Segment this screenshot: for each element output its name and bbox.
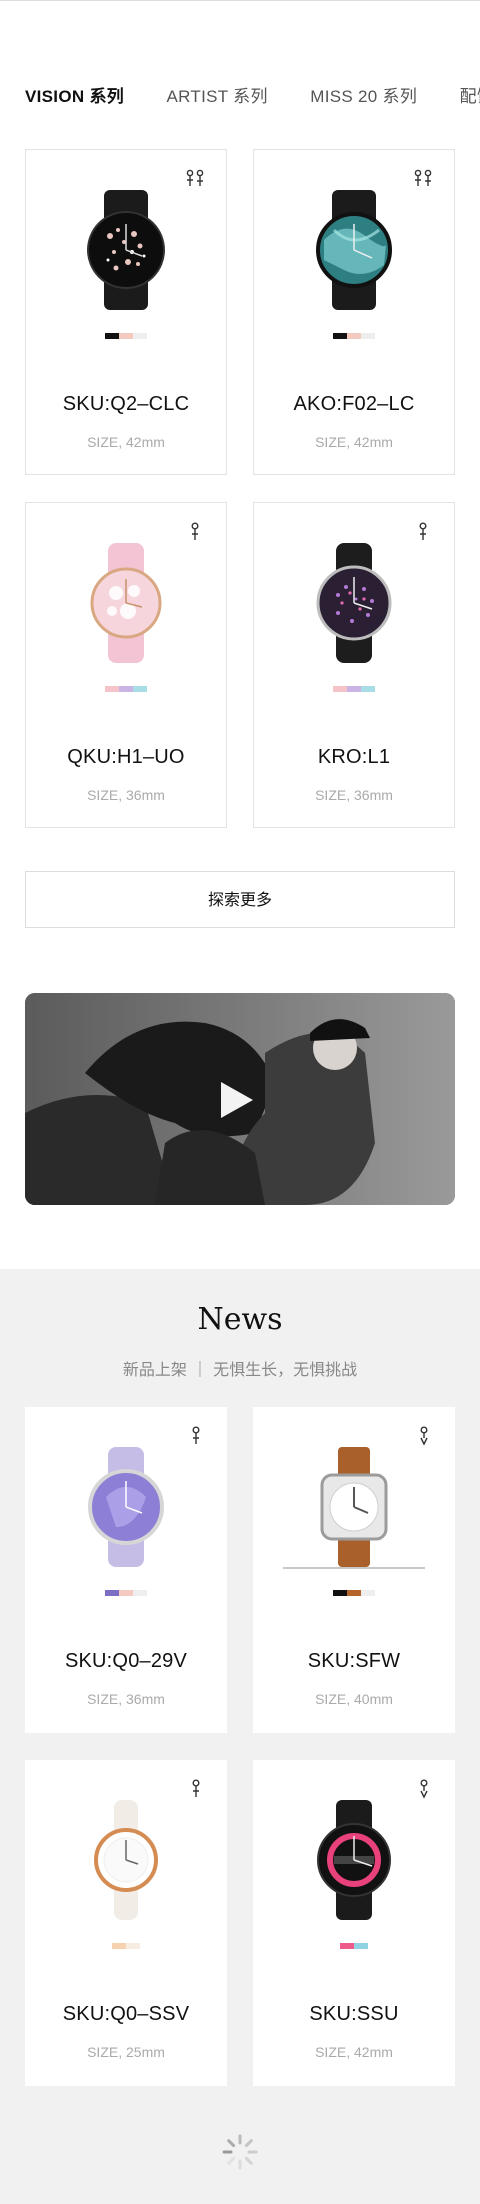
product-size: SIZE, 25mm [87,2044,165,2060]
product-size: SIZE, 36mm [87,787,165,803]
product-sku: QKU:H1–UO [67,746,185,768]
couple-icon [414,169,432,186]
product-size: SIZE, 36mm [315,787,393,803]
product-sku: SKU:SSU [309,2003,399,2025]
watch-image [87,190,165,310]
product-card[interactable]: SKU:SSU SIZE, 42mm [253,1760,455,2086]
product-sku: SKU:SFW [307,1650,401,1672]
watch-image [90,543,162,663]
product-card[interactable]: SKU:Q0–SSV SIZE, 25mm [25,1760,227,2086]
tab-accessories[interactable]: 配饰 [460,82,480,106]
product-card[interactable]: QKU:H1–UO SIZE, 36mm [25,502,227,828]
color-swatches [105,1590,147,1596]
color-swatches [105,686,147,692]
female-icon [191,522,199,540]
tab-vision[interactable]: VISION 系列 [25,82,124,106]
play-icon[interactable] [217,1078,257,1122]
product-sku: SKU:Q2–CLC [62,393,190,415]
color-swatches [333,686,375,692]
product-card[interactable]: SKU:Q2–CLC SIZE, 42mm [25,149,227,475]
couple-icon [186,169,204,186]
watch-image [317,1800,391,1920]
product-size: SIZE, 42mm [87,434,165,450]
watch-image [94,1800,158,1920]
news-subtitle: 新品上架 ｜ 无惧生长，无惧挑战 [122,1360,358,1379]
watch-image [88,1447,164,1567]
explore-more-button[interactable]: 探索更多 [25,871,455,928]
divider [283,1567,425,1569]
tab-miss-20[interactable]: MISS 20 系列 [310,82,417,106]
watch-image [320,1447,388,1567]
color-swatches [112,1943,140,1949]
product-card[interactable]: KRO:L1 SIZE, 36mm [253,502,455,828]
watch-image [316,190,392,310]
male-icon [420,1426,428,1446]
top-divider [0,0,480,1]
color-swatches [340,1943,368,1949]
series-tabs: VISION 系列 ARTIST 系列 MISS 20 系列 配饰 [25,82,480,106]
color-swatches [105,333,147,339]
product-size: SIZE, 36mm [87,1691,165,1707]
product-sku: SKU:Q0–29V [64,1650,188,1672]
male-icon [420,1779,428,1799]
product-card[interactable]: AKO:F02–LC SIZE, 42mm [253,149,455,475]
product-card[interactable]: SKU:Q0–29V SIZE, 36mm [25,1407,227,1733]
product-size: SIZE, 42mm [315,2044,393,2060]
product-size: SIZE, 40mm [315,1691,393,1707]
watch-image [316,543,392,663]
product-sku: KRO:L1 [317,746,391,768]
female-icon [192,1426,200,1444]
color-swatches [333,1590,375,1596]
product-sku: AKO:F02–LC [293,393,415,415]
product-card[interactable]: SKU:SFW SIZE, 40mm [253,1407,455,1733]
color-swatches [333,333,375,339]
product-sku: SKU:Q0–SSV [62,2003,190,2025]
product-size: SIZE, 42mm [315,434,393,450]
news-title: News [197,1302,283,1337]
tab-artist[interactable]: ARTIST 系列 [167,82,268,106]
loading-spinner-icon [222,2134,258,2170]
female-icon [419,522,427,540]
female-icon [192,1779,200,1797]
